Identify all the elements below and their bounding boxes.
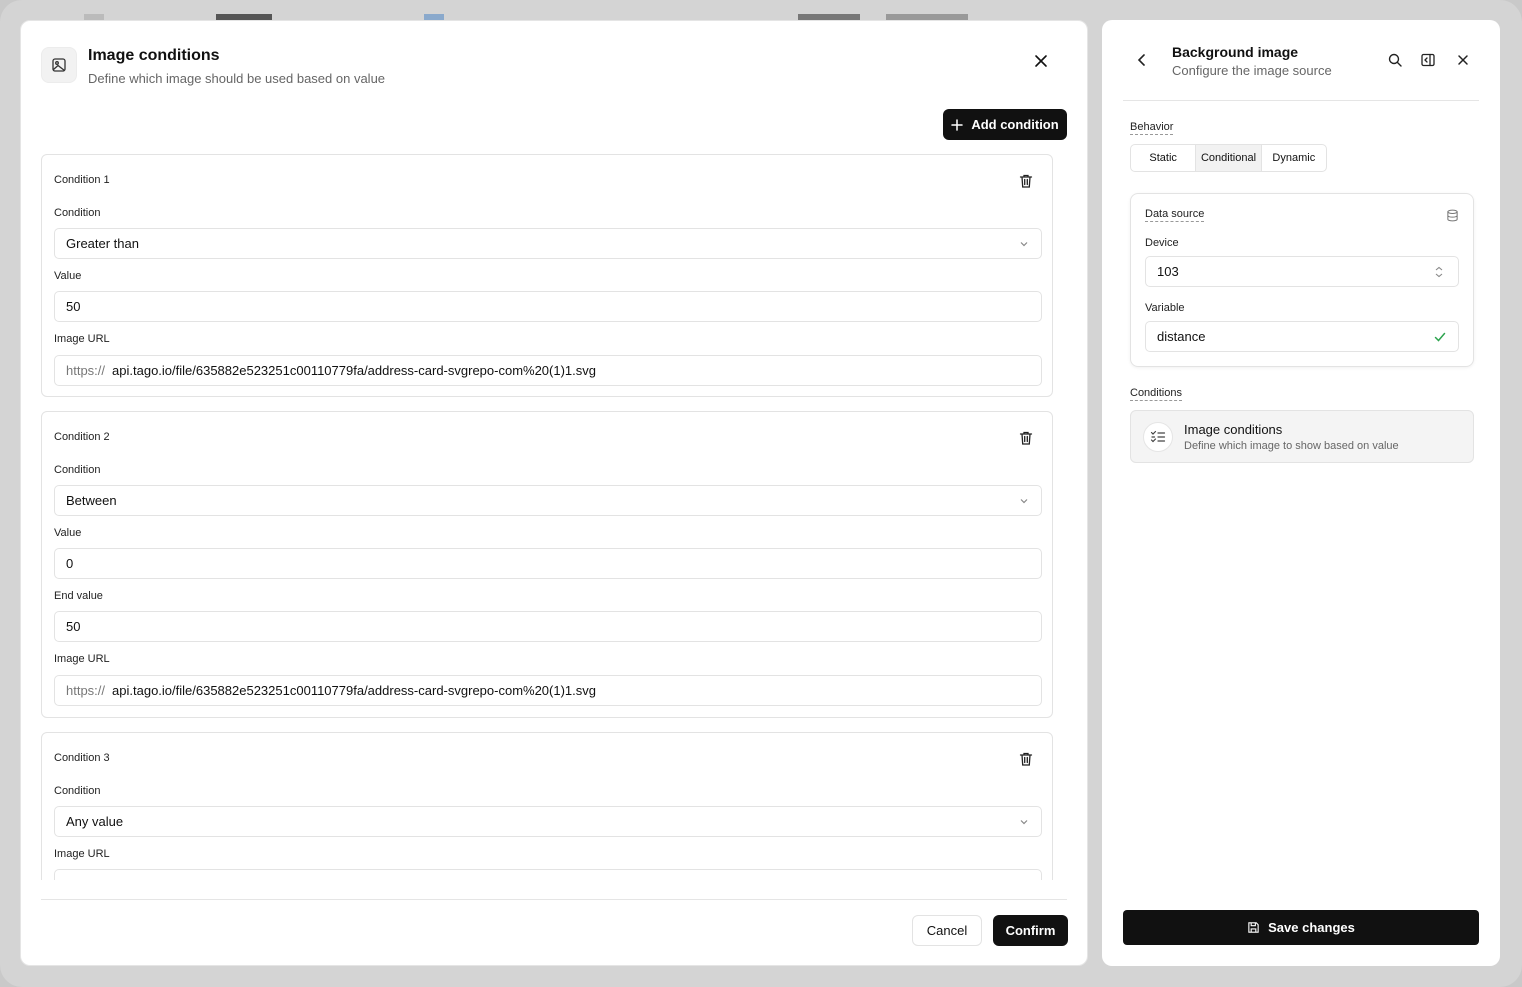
condition-title: Condition 3 <box>54 752 110 764</box>
image-url-input[interactable]: https:// api.tago.io/file/635882e523251c… <box>54 355 1042 386</box>
image-url-text: api.tago.io/file/635882e523251c00110779f… <box>112 683 596 698</box>
image-url-input[interactable]: https:// api.tago.io/file/635882e523251c… <box>54 675 1042 706</box>
condition-title: Condition 2 <box>54 431 110 443</box>
cancel-button[interactable]: Cancel <box>912 915 982 946</box>
condition-select[interactable]: Between <box>54 485 1042 516</box>
condition-title: Condition 1 <box>54 174 110 186</box>
value-input-text: 0 <box>66 556 74 571</box>
plus-icon <box>951 118 964 131</box>
checklist-icon <box>1143 422 1173 452</box>
database-icon <box>1447 209 1458 222</box>
behavior-segmented-control: Static Conditional Dynamic <box>1130 144 1327 172</box>
behavior-label: Behavior <box>1130 121 1174 135</box>
value-input[interactable]: 0 <box>54 548 1042 579</box>
condition-select-value: Between <box>66 493 117 508</box>
condition-label: Condition <box>54 207 101 219</box>
variable-value: distance <box>1157 329 1206 344</box>
value-input-text: 50 <box>66 299 81 314</box>
save-icon <box>1248 922 1259 933</box>
condition-select-value: Greater than <box>66 236 139 251</box>
conditions-label: Conditions <box>1130 387 1182 401</box>
check-icon <box>1434 332 1446 342</box>
image-url-label: Image URL <box>54 653 110 665</box>
image-conditions-modal: Image conditions Define which image shou… <box>20 20 1088 966</box>
value-label: Value <box>54 270 82 282</box>
image-icon <box>41 47 77 83</box>
panel-subtitle: Configure the image source <box>1172 63 1332 78</box>
close-icon[interactable] <box>1455 52 1471 68</box>
close-icon[interactable] <box>1029 49 1053 73</box>
condition-card: Condition 3 Condition Any value Image UR… <box>41 732 1053 880</box>
end-value-text: 50 <box>66 619 81 634</box>
modal-title: Image conditions <box>88 47 220 64</box>
end-value-input[interactable]: 50 <box>54 611 1042 642</box>
variable-label: Variable <box>1145 302 1185 314</box>
image-conditions-card[interactable]: Image conditions Define which image to s… <box>1130 410 1474 463</box>
data-source-card: Data source Device 103 Variable distance <box>1130 193 1474 367</box>
modal-header: Image conditions Define which image shou… <box>41 47 1067 107</box>
save-changes-label: Save changes <box>1268 920 1355 935</box>
chevron-left-icon[interactable] <box>1134 52 1150 68</box>
modal-subtitle: Define which image should be used based … <box>88 71 386 86</box>
chevron-down-icon <box>1020 242 1028 247</box>
condition-card: Condition 1 Condition Greater than Value… <box>41 154 1053 397</box>
add-condition-label: Add condition <box>971 117 1059 132</box>
background-image-panel: Background image Configure the image sou… <box>1102 20 1500 966</box>
url-prefix: https:// <box>66 363 106 378</box>
save-changes-button[interactable]: Save changes <box>1123 910 1479 945</box>
trash-icon[interactable] <box>1018 173 1034 189</box>
chevron-up-down-icon <box>1435 266 1443 278</box>
device-label: Device <box>1145 237 1179 249</box>
behavior-option-dynamic[interactable]: Dynamic <box>1262 145 1326 171</box>
url-prefix: https:// <box>66 683 106 698</box>
behavior-option-static[interactable]: Static <box>1131 145 1197 171</box>
condition-select[interactable]: Any value <box>54 806 1042 837</box>
value-input[interactable]: 50 <box>54 291 1042 322</box>
trash-icon[interactable] <box>1018 751 1034 767</box>
search-icon[interactable] <box>1387 52 1403 68</box>
chevron-down-icon <box>1020 499 1028 504</box>
value-label: Value <box>54 527 82 539</box>
device-select[interactable]: 103 <box>1145 256 1459 287</box>
panel-divider <box>1123 100 1479 101</box>
condition-card: Condition 2 Condition Between Value 0 En… <box>41 411 1053 718</box>
add-condition-button[interactable]: Add condition <box>943 109 1067 140</box>
footer-divider <box>41 899 1067 900</box>
image-url-input[interactable] <box>54 869 1042 880</box>
image-url-label: Image URL <box>54 848 110 860</box>
chevron-down-icon <box>1020 820 1028 825</box>
image-url-label: Image URL <box>54 333 110 345</box>
confirm-button[interactable]: Confirm <box>993 915 1068 946</box>
condition-label: Condition <box>54 464 101 476</box>
conditions-list[interactable]: Condition 1 Condition Greater than Value… <box>41 154 1055 880</box>
end-value-label: End value <box>54 590 103 602</box>
trash-icon[interactable] <box>1018 430 1034 446</box>
condition-label: Condition <box>54 785 101 797</box>
data-source-label: Data source <box>1145 208 1205 222</box>
image-conditions-card-title: Image conditions <box>1184 422 1283 437</box>
behavior-option-conditional[interactable]: Conditional <box>1196 145 1262 171</box>
image-url-text: api.tago.io/file/635882e523251c00110779f… <box>112 363 596 378</box>
condition-select-value: Any value <box>66 814 124 829</box>
panel-title: Background image <box>1172 44 1299 60</box>
condition-select[interactable]: Greater than <box>54 228 1042 259</box>
device-value: 103 <box>1157 264 1179 279</box>
variable-input[interactable]: distance <box>1145 321 1459 352</box>
collapse-panel-icon[interactable] <box>1420 52 1436 68</box>
image-conditions-card-subtitle: Define which image to show based on valu… <box>1184 440 1399 452</box>
